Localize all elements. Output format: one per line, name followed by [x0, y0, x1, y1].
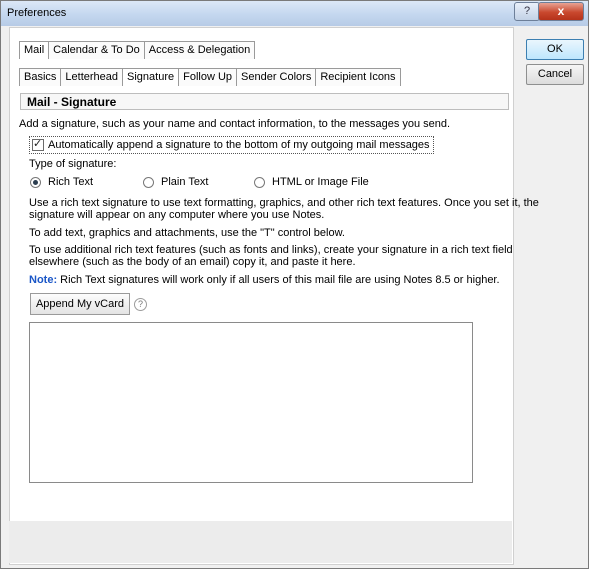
close-icon: x — [557, 4, 565, 18]
radio-html-image-label: HTML or Image File — [272, 176, 369, 188]
radio-plain-text[interactable]: Plain Text — [143, 176, 209, 188]
help-icon: ? — [523, 5, 531, 17]
radio-rich-text-button[interactable] — [30, 176, 41, 188]
tab-access-delegation[interactable]: Access & Delegation — [143, 41, 256, 59]
signature-type-label: Type of signature: — [29, 158, 117, 170]
note-line: Note: Rich Text signatures will work onl… — [29, 274, 500, 286]
append-vcard-button[interactable]: Append My vCard — [30, 293, 130, 315]
tab-mail[interactable]: Mail — [19, 41, 50, 59]
radio-rich-text-label: Rich Text — [48, 176, 94, 188]
section-description: Add a signature, such as your name and c… — [19, 118, 451, 130]
radio-plain-text-label: Plain Text — [161, 176, 209, 188]
tab-sender-colors[interactable]: Sender Colors — [236, 68, 317, 86]
close-button[interactable]: x — [538, 2, 584, 21]
help-text-p1-line1: Use a rich text signature to use text fo… — [29, 197, 539, 209]
help-text-p2: To add text, graphics and attachments, u… — [29, 227, 345, 239]
tab-calendar-todo[interactable]: Calendar & To Do — [48, 41, 145, 59]
tab-basics[interactable]: Basics — [19, 68, 62, 86]
auto-append-checkbox[interactable] — [32, 137, 44, 151]
auto-append-checkbox-row[interactable]: Automatically append a signature to the … — [29, 136, 434, 154]
preferences-window: Preferences ? x OK Cancel Mail Calendar … — [0, 0, 589, 569]
help-text-p1-line2: signature will appear on any computer wh… — [29, 209, 325, 221]
question-mark-icon[interactable]: ? — [134, 298, 147, 311]
radio-rich-text[interactable]: Rich Text — [30, 176, 93, 188]
help-button[interactable]: ? — [514, 2, 540, 21]
help-text-p3-line1: To use additional rich text features (su… — [29, 244, 513, 256]
top-tabs: Mail Calendar & To Do Access & Delegatio… — [19, 41, 256, 59]
auto-append-label: Automatically append a signature to the … — [48, 139, 430, 151]
radio-html-image[interactable]: HTML or Image File — [254, 176, 369, 188]
tab-follow-up[interactable]: Follow Up — [178, 68, 238, 86]
section-title: Mail - Signature — [20, 93, 509, 110]
mail-tabs: Basics Letterhead Signature Follow Up Se… — [19, 68, 401, 86]
window-title: Preferences — [7, 7, 67, 19]
note-text: Rich Text signatures will work only if a… — [60, 274, 500, 286]
help-text-p3-line2: elsewhere (such as the body of an email)… — [29, 256, 356, 268]
ok-button[interactable]: OK — [526, 39, 584, 60]
tab-recipient-icons[interactable]: Recipient Icons — [315, 68, 401, 86]
content-panel-footer — [9, 521, 512, 563]
radio-html-image-button[interactable] — [254, 176, 265, 188]
tab-letterhead[interactable]: Letterhead — [60, 68, 124, 86]
signature-rich-text-field[interactable] — [29, 322, 473, 483]
title-bar: Preferences ? x — [1, 1, 588, 26]
cancel-button[interactable]: Cancel — [526, 64, 584, 85]
radio-plain-text-button[interactable] — [143, 176, 154, 188]
tab-signature[interactable]: Signature — [122, 68, 180, 86]
note-label: Note: — [29, 274, 58, 286]
